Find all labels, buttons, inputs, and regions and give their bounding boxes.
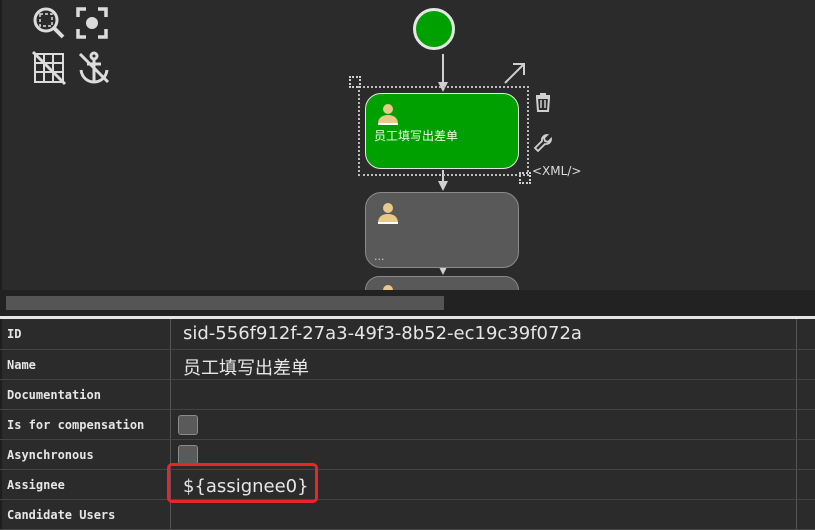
- asynchronous-checkbox[interactable]: [178, 445, 198, 465]
- wrench-icon[interactable]: [533, 133, 553, 153]
- name-value-field[interactable]: 员工填写出差单: [171, 350, 797, 379]
- documentation-value-field[interactable]: [171, 380, 797, 409]
- compensation-value-cell: [171, 410, 797, 439]
- compensation-checkbox[interactable]: [178, 415, 198, 435]
- property-name: Name: [0, 350, 171, 379]
- property-name: Asynchronous: [0, 440, 171, 469]
- scrollbar-thumb[interactable]: [6, 296, 444, 310]
- user-task[interactable]: [365, 276, 519, 291]
- id-value-field[interactable]: sid-556f912f-27a3-49f3-8b52-ec19c39f072a: [171, 319, 797, 349]
- morph-arrow-icon[interactable]: [502, 60, 528, 86]
- property-name: ID: [0, 319, 171, 349]
- user-task[interactable]: ...: [365, 192, 519, 268]
- trash-icon[interactable]: [534, 92, 552, 112]
- fit-icon[interactable]: [74, 5, 110, 41]
- candidate-users-value-field[interactable]: [171, 500, 797, 529]
- property-row-compensation: Is for compensation: [0, 410, 815, 440]
- property-name: Assignee: [0, 470, 171, 499]
- resize-handle-top-left[interactable]: [349, 76, 361, 88]
- task-label: ...: [374, 250, 385, 263]
- user-icon: [378, 104, 398, 125]
- property-row-asynchronous: Asynchronous: [0, 440, 815, 470]
- assignee-highlight-box: [167, 463, 318, 503]
- start-event[interactable]: [413, 8, 455, 50]
- diagram-canvas[interactable]: 员工填写出差单 ... <XML/>: [0, 0, 815, 291]
- property-name: Candidate Users: [0, 500, 171, 529]
- xml-button[interactable]: <XML/>: [532, 164, 581, 178]
- property-row-id: ID sid-556f912f-27a3-49f3-8b52-ec19c39f0…: [0, 319, 815, 350]
- resize-handle-bottom-right[interactable]: [519, 172, 531, 184]
- property-row-candidate-users: Candidate Users: [0, 500, 815, 530]
- zoom-icon[interactable]: [31, 5, 67, 41]
- property-row-assignee: Assignee ${assignee0}: [0, 470, 815, 500]
- user-task-active[interactable]: 员工填写出差单: [365, 93, 519, 169]
- property-name: Documentation: [0, 380, 171, 409]
- user-icon: [378, 203, 398, 224]
- task-label: 员工填写出差单: [374, 129, 459, 143]
- property-row-name: Name 员工填写出差单: [0, 350, 815, 380]
- property-row-documentation: Documentation: [0, 380, 815, 410]
- property-name: Is for compensation: [0, 410, 171, 439]
- anchor-icon[interactable]: [76, 50, 112, 86]
- properties-panel: ID sid-556f912f-27a3-49f3-8b52-ec19c39f0…: [0, 319, 815, 530]
- grid-icon[interactable]: [31, 50, 67, 86]
